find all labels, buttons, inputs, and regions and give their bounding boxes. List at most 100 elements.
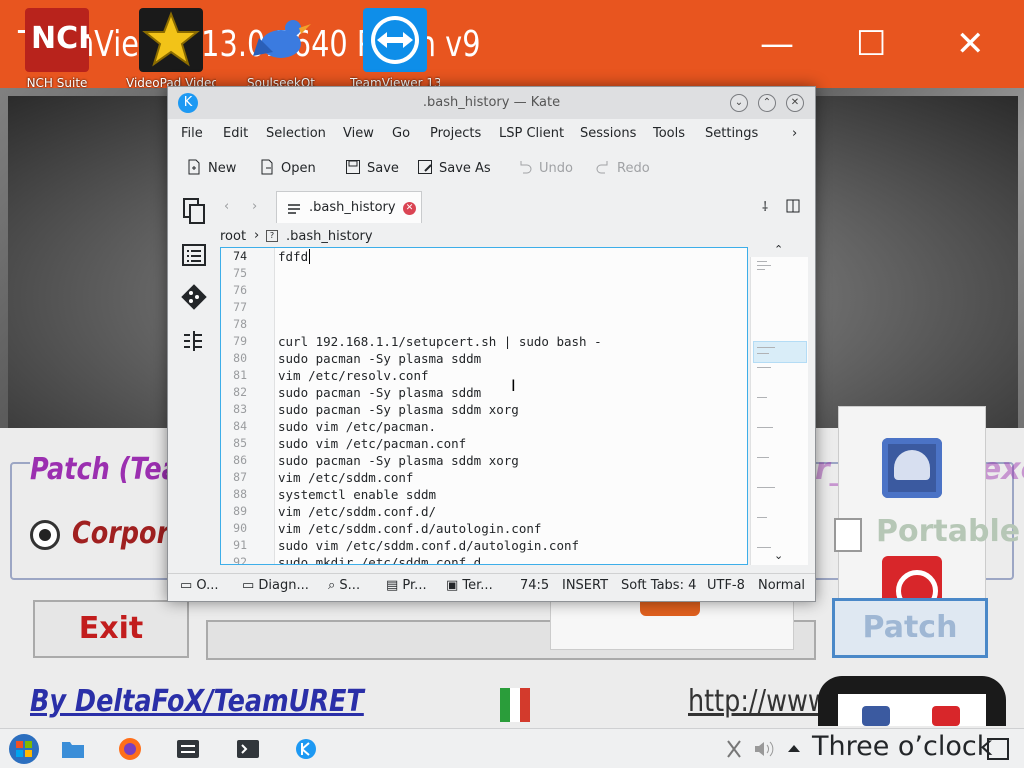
- menu-settings[interactable]: Settings: [705, 126, 758, 141]
- syntax-highlight-mode[interactable]: Normal: [758, 578, 805, 593]
- pin-icon[interactable]: ⸸: [762, 197, 768, 215]
- terminal-app-button[interactable]: [236, 737, 260, 761]
- encoding-setting[interactable]: UTF-8: [707, 578, 745, 593]
- clock[interactable]: Three o’clock: [812, 731, 992, 762]
- patch-button[interactable]: Patch: [832, 598, 988, 658]
- kate-titlebar[interactable]: K .bash_history — Kate ⌄ ⌃ ✕: [168, 87, 815, 119]
- line-number: 87: [233, 470, 247, 484]
- line-number: 91: [233, 538, 247, 552]
- redo-button[interactable]: Redo: [595, 159, 650, 176]
- patcher-maximize-button[interactable]: ☐: [856, 24, 886, 64]
- editor-line: 76: [221, 282, 747, 299]
- kate-task-button[interactable]: [294, 737, 318, 761]
- firefox-button[interactable]: [118, 737, 142, 761]
- minimap-viewport[interactable]: [753, 341, 807, 363]
- project-tree-button[interactable]: [180, 327, 208, 355]
- menu-view[interactable]: View: [343, 126, 374, 141]
- tab-bar: ‹ › .bash_history ✕ ⸸: [220, 189, 815, 225]
- menu-sessions[interactable]: Sessions: [580, 126, 636, 141]
- scroll-down-icon[interactable]: ⌄: [774, 549, 783, 562]
- menu-projects[interactable]: Projects: [430, 126, 481, 141]
- editor-line: 81 vim /etc/resolv.conf: [221, 367, 747, 384]
- terminal-panel-button[interactable]: ▣ Ter...: [446, 578, 493, 593]
- corporate-radio[interactable]: [30, 520, 60, 550]
- editor-line: 85 sudo vim /etc/pacman.conf: [221, 435, 747, 452]
- mini-power-icon[interactable]: [932, 706, 960, 726]
- tab-close-icon[interactable]: ✕: [403, 202, 416, 215]
- scroll-up-icon[interactable]: ⌃: [774, 243, 783, 256]
- menu-overflow-button[interactable]: ›: [792, 126, 797, 141]
- show-desktop-button[interactable]: [986, 737, 1010, 761]
- desktop-icon-teamviewer[interactable]: TeamViewer 13: [350, 6, 440, 94]
- line-text: fdfd: [278, 249, 309, 264]
- input-mode[interactable]: INSERT: [562, 578, 608, 593]
- output-panel-button[interactable]: ▭ O...: [180, 578, 219, 593]
- breadcrumb-file[interactable]: .bash_history: [286, 229, 373, 244]
- mini-lock-icon[interactable]: [862, 706, 890, 726]
- new-button[interactable]: New: [186, 159, 236, 176]
- indentation-setting[interactable]: Soft Tabs: 4: [621, 578, 696, 593]
- maximize-button[interactable]: ⌃: [758, 94, 776, 112]
- cursor-position[interactable]: 74:5: [520, 578, 549, 593]
- open-button[interactable]: Open: [259, 159, 316, 176]
- settings-app-button[interactable]: [176, 737, 200, 761]
- file-manager-button[interactable]: [61, 737, 85, 761]
- firefox-icon: [119, 738, 141, 760]
- minimap-line: [757, 547, 771, 548]
- patcher-orange-button[interactable]: [640, 600, 700, 616]
- text-file-icon: [288, 204, 300, 214]
- symbols-panel-button[interactable]: [180, 241, 208, 269]
- patcher-close-button[interactable]: ✕: [956, 24, 985, 64]
- minimize-button[interactable]: ⌄: [730, 94, 748, 112]
- menu-lsp-client[interactable]: LSP Client: [499, 126, 564, 141]
- projects-panel-button[interactable]: ▤ Pr...: [386, 578, 427, 593]
- menu-selection[interactable]: Selection: [266, 126, 326, 141]
- search-icon: ⌕: [328, 578, 340, 593]
- kate-task-icon: [296, 739, 316, 759]
- documents-panel-button[interactable]: [180, 197, 208, 225]
- undo-button[interactable]: Undo: [517, 159, 573, 176]
- desktop-icon-videopad[interactable]: VideoPad Video Ed: [126, 6, 216, 94]
- menu-go[interactable]: Go: [392, 126, 410, 141]
- redo-icon: [596, 161, 608, 174]
- menubar: File Edit Selection View Go Projects LSP…: [168, 121, 815, 147]
- patcher-minimize-button[interactable]: —: [760, 24, 794, 64]
- tray-expand-icon[interactable]: [782, 737, 806, 761]
- breadcrumb-root[interactable]: root: [220, 229, 246, 244]
- tab-back-icon[interactable]: ‹: [224, 199, 229, 214]
- split-view-icon[interactable]: [786, 199, 800, 213]
- volume-tray-icon[interactable]: [752, 737, 776, 761]
- lock-icon[interactable]: [882, 438, 942, 498]
- search-panel-button[interactable]: ⌕ S...: [328, 578, 360, 593]
- line-text: sudo mkdir /etc/sddm.conf.d: [278, 555, 482, 565]
- desktop-icon-nch-suite[interactable]: NCH NCH Suite: [12, 6, 103, 94]
- start-menu-button[interactable]: [8, 733, 40, 765]
- minimap-line: [757, 367, 771, 368]
- save-button[interactable]: Save: [345, 159, 399, 176]
- menu-file[interactable]: File: [181, 126, 203, 141]
- diagnostics-panel-button[interactable]: ▭ Diagn...: [242, 578, 309, 593]
- exit-button[interactable]: Exit: [33, 600, 189, 658]
- website-link[interactable]: http://www.: [688, 684, 834, 719]
- git-panel-button[interactable]: [180, 283, 208, 311]
- diagnostics-icon: ▭: [242, 578, 259, 593]
- minimap-scrollbar[interactable]: [750, 257, 808, 565]
- menu-tools[interactable]: Tools: [653, 126, 685, 141]
- portable-checkbox[interactable]: [834, 518, 862, 552]
- text-editor[interactable]: 74 fdfd 75 76 77 78 79 curl 192.168.1.1/se…: [220, 247, 748, 565]
- tab-forward-icon[interactable]: ›: [252, 199, 257, 214]
- clipboard-tray-icon[interactable]: [722, 737, 746, 761]
- save-as-button[interactable]: Save As: [417, 159, 491, 176]
- menu-edit[interactable]: Edit: [223, 126, 248, 141]
- line-number: 92: [233, 555, 247, 565]
- open-button-label: Open: [281, 161, 316, 176]
- new-document-icon: [188, 159, 200, 175]
- credit-link[interactable]: By DeltaFoX/TeamURET: [30, 684, 364, 719]
- tab-bash-history[interactable]: .bash_history ✕: [276, 191, 422, 223]
- desktop-icon-soulseek[interactable]: SoulseekQt: [236, 6, 326, 94]
- editor-line: 92 sudo mkdir /etc/sddm.conf.d: [221, 554, 747, 565]
- line-number: 88: [233, 487, 247, 501]
- close-button[interactable]: ✕: [786, 94, 804, 112]
- list-icon: [182, 244, 206, 266]
- line-number: 86: [233, 453, 247, 467]
